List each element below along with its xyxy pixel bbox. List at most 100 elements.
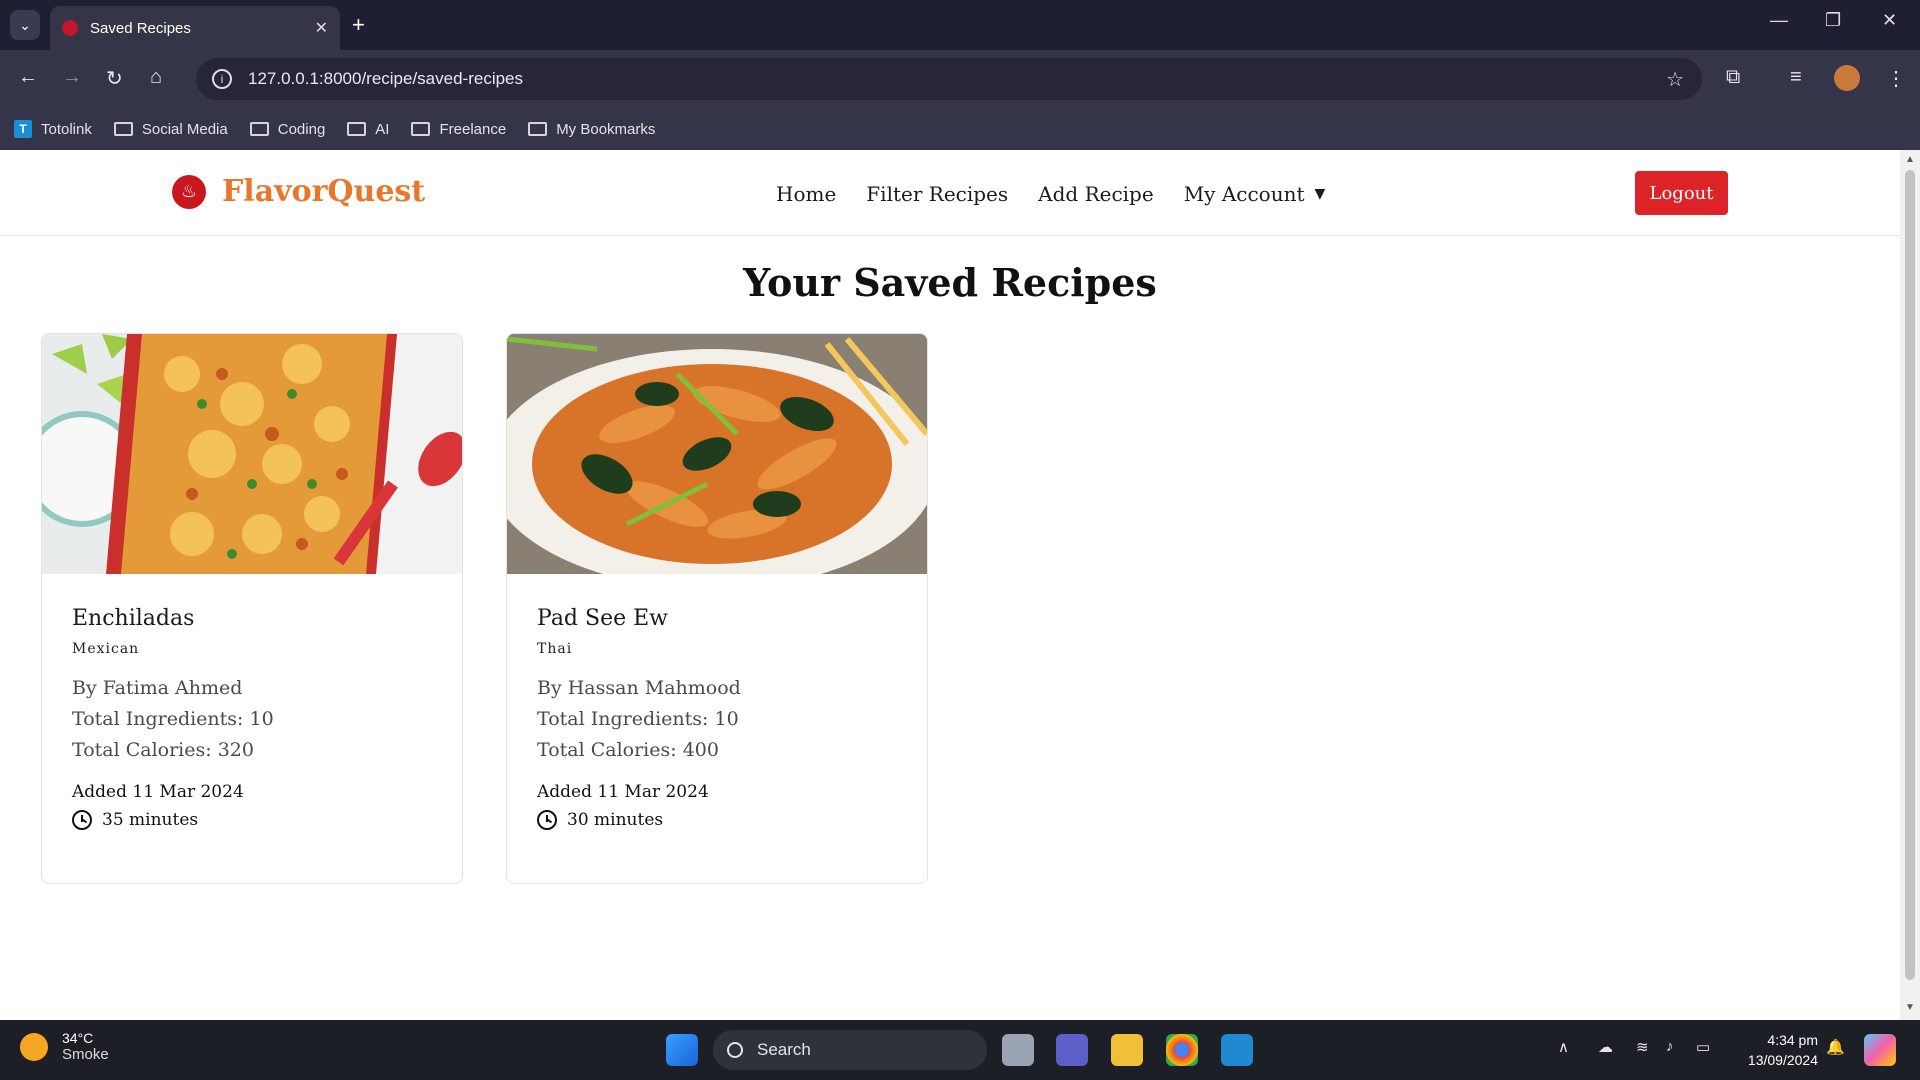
clock-time: 4:34 pm bbox=[1767, 1032, 1818, 1048]
tab-title: Saved Recipes bbox=[90, 19, 191, 37]
site-header: ♨ FlavorQuest Home Filter Recipes Add Re… bbox=[0, 150, 1900, 236]
menu-icon[interactable]: ⋮ bbox=[1886, 66, 1906, 91]
folder-icon bbox=[113, 122, 133, 136]
browser-tab-bar: ⌄ Saved Recipes ✕ + — ❐ ✕ bbox=[0, 0, 1920, 50]
clock-icon bbox=[72, 810, 92, 830]
minimize-icon[interactable]: — bbox=[1770, 10, 1788, 31]
recipe-time: 30 minutes bbox=[537, 810, 897, 830]
taskbar-search[interactable]: Search bbox=[713, 1030, 987, 1070]
weather-widget[interactable]: 34°C Smoke bbox=[20, 1030, 109, 1063]
nav-my-account[interactable]: My Account ▼ bbox=[1184, 182, 1326, 206]
notification-bell-icon[interactable]: 🔔 bbox=[1826, 1038, 1845, 1056]
new-tab-button[interactable]: + bbox=[352, 12, 365, 38]
recipe-author: By Fatima Ahmed bbox=[72, 677, 243, 699]
totolink-icon: T bbox=[14, 120, 32, 138]
folder-icon bbox=[347, 122, 367, 136]
search-icon bbox=[727, 1042, 743, 1058]
recipe-added-date: Added 11 Mar 2024 bbox=[537, 782, 709, 802]
profile-avatar[interactable] bbox=[1834, 65, 1860, 91]
tab-list-button[interactable]: ⌄ bbox=[10, 10, 40, 40]
bookmark-coding[interactable]: Coding bbox=[249, 120, 326, 138]
reload-icon[interactable]: ↻ bbox=[106, 66, 123, 91]
web-page: ♨ FlavorQuest Home Filter Recipes Add Re… bbox=[0, 150, 1900, 1020]
file-explorer-icon[interactable] bbox=[1111, 1034, 1143, 1066]
bookmark-totolink[interactable]: T Totolink bbox=[14, 120, 92, 138]
bookmark-label: Social Media bbox=[141, 120, 228, 138]
flavorquest-logo-icon: ♨ bbox=[172, 174, 206, 209]
scroll-down-icon[interactable]: ▼ bbox=[1905, 1002, 1915, 1013]
home-icon[interactable]: ⌂ bbox=[150, 66, 162, 89]
recipe-ingredients: Total Ingredients: 10 bbox=[537, 708, 739, 730]
teams-icon[interactable] bbox=[1056, 1034, 1088, 1066]
forward-icon[interactable]: → bbox=[62, 66, 82, 89]
volume-icon[interactable]: ♪ bbox=[1666, 1038, 1674, 1055]
task-view-icon[interactable] bbox=[1002, 1034, 1034, 1066]
tab-saved-recipes[interactable]: Saved Recipes ✕ bbox=[50, 6, 340, 50]
url-text[interactable]: 127.0.0.1:8000/recipe/saved-recipes bbox=[248, 69, 523, 89]
folder-icon bbox=[528, 122, 548, 136]
recipe-ingredients: Total Ingredients: 10 bbox=[72, 708, 274, 730]
recipe-card[interactable]: Enchiladas Mexican By Fatima Ahmed Total… bbox=[41, 333, 463, 884]
bookmark-star-icon[interactable]: ☆ bbox=[1666, 67, 1684, 92]
weather-condition: Smoke bbox=[62, 1046, 109, 1063]
bookmark-label: Totolink bbox=[41, 120, 92, 138]
folder-icon bbox=[411, 122, 431, 136]
show-hidden-icons-icon[interactable]: ∧ bbox=[1558, 1038, 1569, 1056]
copilot-icon[interactable] bbox=[1864, 1034, 1896, 1066]
system-clock[interactable]: 4:34 pm 13/09/2024 bbox=[1738, 1030, 1818, 1070]
recipe-image-enchiladas[interactable] bbox=[42, 334, 462, 574]
wifi-icon[interactable]: ≋ bbox=[1636, 1038, 1649, 1056]
chevron-down-icon: ▼ bbox=[1314, 186, 1326, 202]
windows-start-icon[interactable] bbox=[666, 1034, 698, 1066]
vscode-icon[interactable] bbox=[1221, 1034, 1253, 1066]
bookmark-social-media[interactable]: Social Media bbox=[113, 120, 228, 138]
recipe-name[interactable]: Enchiladas bbox=[72, 606, 432, 631]
nav-home[interactable]: Home bbox=[776, 182, 836, 206]
nav-add-recipe[interactable]: Add Recipe bbox=[1038, 182, 1154, 206]
battery-icon[interactable]: ▭ bbox=[1696, 1038, 1710, 1056]
site-favicon-icon bbox=[62, 20, 78, 36]
page-scrollbar[interactable]: ▲ ▼ bbox=[1900, 150, 1920, 1020]
media-control-icon[interactable]: ≡ bbox=[1790, 66, 1802, 89]
back-icon[interactable]: ← bbox=[18, 66, 38, 89]
extensions-icon[interactable]: ⧉ bbox=[1726, 66, 1740, 89]
logout-button[interactable]: Logout bbox=[1635, 171, 1728, 215]
nav-filter-recipes[interactable]: Filter Recipes bbox=[866, 182, 1008, 206]
taskbar: 34°C Smoke Search ∧ ☁ ≋ ♪ ▭ 4:34 pm 13/0… bbox=[0, 1020, 1920, 1080]
clock-date: 13/09/2024 bbox=[1747, 1052, 1818, 1068]
taskbar-search-label: Search bbox=[757, 1040, 811, 1059]
recipe-details: By Fatima Ahmed Total Ingredients: 10 To… bbox=[72, 673, 432, 766]
clock-icon bbox=[537, 810, 557, 830]
recipe-card-body: Enchiladas Mexican By Fatima Ahmed Total… bbox=[42, 574, 462, 830]
bookmark-ai[interactable]: AI bbox=[347, 121, 389, 138]
nav-my-account-label: My Account bbox=[1183, 182, 1305, 206]
bookmark-label: Coding bbox=[277, 120, 326, 138]
recipe-card[interactable]: Pad See Ew Thai By Hassan Mahmood Total … bbox=[506, 333, 928, 884]
weather-sun-icon bbox=[20, 1032, 48, 1061]
restore-icon[interactable]: ❐ bbox=[1825, 10, 1841, 31]
url-bar[interactable]: i 127.0.0.1:8000/recipe/saved-recipes ☆ bbox=[196, 58, 1702, 100]
recipe-cuisine: Thai bbox=[537, 641, 573, 657]
scroll-up-icon[interactable]: ▲ bbox=[1905, 154, 1915, 165]
bookmark-freelance[interactable]: Freelance bbox=[411, 121, 506, 138]
close-tab-icon[interactable]: ✕ bbox=[315, 18, 328, 38]
brand-name: FlavorQuest bbox=[222, 174, 426, 209]
recipe-name[interactable]: Pad See Ew bbox=[537, 606, 897, 631]
page-title: Your Saved Recipes bbox=[743, 260, 1157, 305]
recipe-calories: Total Calories: 400 bbox=[537, 739, 719, 761]
weather-temp: 34°C bbox=[62, 1030, 94, 1046]
recipe-added-date: Added 11 Mar 2024 bbox=[72, 782, 244, 802]
recipe-image-pad-see-ew[interactable] bbox=[507, 334, 927, 574]
bookmarks-bar: T Totolink Social Media Coding AI Freela… bbox=[0, 108, 1920, 150]
site-logo[interactable]: ♨ FlavorQuest bbox=[172, 174, 425, 209]
onedrive-icon[interactable]: ☁ bbox=[1598, 1038, 1613, 1056]
site-info-icon[interactable]: i bbox=[212, 69, 232, 89]
scrollbar-thumb[interactable] bbox=[1905, 170, 1915, 980]
bookmark-my-bookmarks[interactable]: My Bookmarks bbox=[528, 121, 655, 138]
folder-icon bbox=[249, 122, 269, 136]
recipe-card-body: Pad See Ew Thai By Hassan Mahmood Total … bbox=[507, 574, 927, 830]
recipe-cuisine: Mexican bbox=[72, 641, 140, 657]
recipe-time-label: 35 minutes bbox=[102, 810, 199, 830]
close-window-icon[interactable]: ✕ bbox=[1882, 10, 1897, 31]
chrome-icon[interactable] bbox=[1166, 1034, 1198, 1066]
